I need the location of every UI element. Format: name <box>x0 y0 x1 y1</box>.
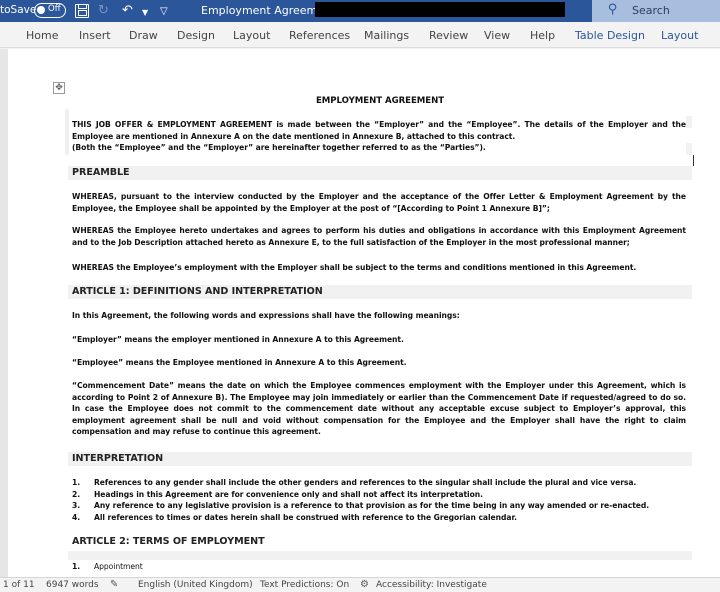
list-number: 1. <box>72 478 81 487</box>
list-number: 2. <box>72 490 81 499</box>
preamble-paragraph: WHEREAS the Employee hereto undertakes a… <box>72 226 686 247</box>
intro-parties: (Both the “Employee” and the “Employer” … <box>72 143 486 152</box>
section-heading-preamble: PREAMBLE <box>68 166 692 180</box>
document-body: EMPLOYMENT AGREEMENT THIS JOB OFFER & EM… <box>0 0 720 577</box>
proofing-icon[interactable]: ✎ <box>110 579 118 590</box>
list-text: Headings in this Agreement are for conve… <box>94 490 483 499</box>
page-indicator[interactable]: 1 of 11 <box>3 580 35 590</box>
preamble-paragraph: WHEREAS the Employee’s employment with t… <box>72 263 637 272</box>
definition-commencement-date: “Commencement Date” means the date on wh… <box>72 381 686 436</box>
accessibility-icon[interactable]: ⚙ <box>360 579 369 590</box>
list-number: 3. <box>72 501 81 510</box>
text-predictions-indicator[interactable]: Text Predictions: On <box>260 580 349 590</box>
list-text: Any reference to any legislative provisi… <box>94 501 650 510</box>
cell-marker <box>65 109 69 121</box>
list-number: 1. <box>72 562 81 571</box>
list-number: 4. <box>72 513 81 522</box>
definitions-paragraph: In this Agreement, the following words a… <box>72 311 460 320</box>
document-heading: EMPLOYMENT AGREEMENT <box>315 96 445 106</box>
preamble-paragraph: WHEREAS, pursuant to the interview condu… <box>72 192 686 213</box>
list-text: Appointment <box>94 562 143 571</box>
definition-employee: “Employee” means the Employee mentioned … <box>72 358 407 367</box>
cell-marker <box>686 143 692 155</box>
accessibility-status[interactable]: Accessibility: Investigate <box>376 580 487 590</box>
word-count[interactable]: 6947 words <box>46 580 99 590</box>
list-text: All references to times or dates herein … <box>94 513 517 522</box>
cell-marker <box>65 121 69 155</box>
table-cell-shading <box>68 551 692 560</box>
cell-marker <box>686 116 692 128</box>
intro-paragraph: THIS JOB OFFER & EMPLOYMENT AGREEMENT is… <box>72 120 686 141</box>
section-heading-article-1: ARTICLE 1: DEFINITIONS AND INTERPRETATIO… <box>68 285 692 299</box>
text-cursor <box>693 155 694 166</box>
status-bar: 1 of 11 6947 words ✎ English (United Kin… <box>0 577 720 592</box>
section-heading-article-2: ARTICLE 2: TERMS OF EMPLOYMENT <box>68 535 692 549</box>
language-indicator[interactable]: English (United Kingdom) <box>138 580 253 590</box>
list-text: References to any gender shall include t… <box>94 478 637 487</box>
section-heading-interpretation: INTERPRETATION <box>68 452 692 466</box>
definition-employer: “Employer” means the employer mentioned … <box>72 335 404 344</box>
